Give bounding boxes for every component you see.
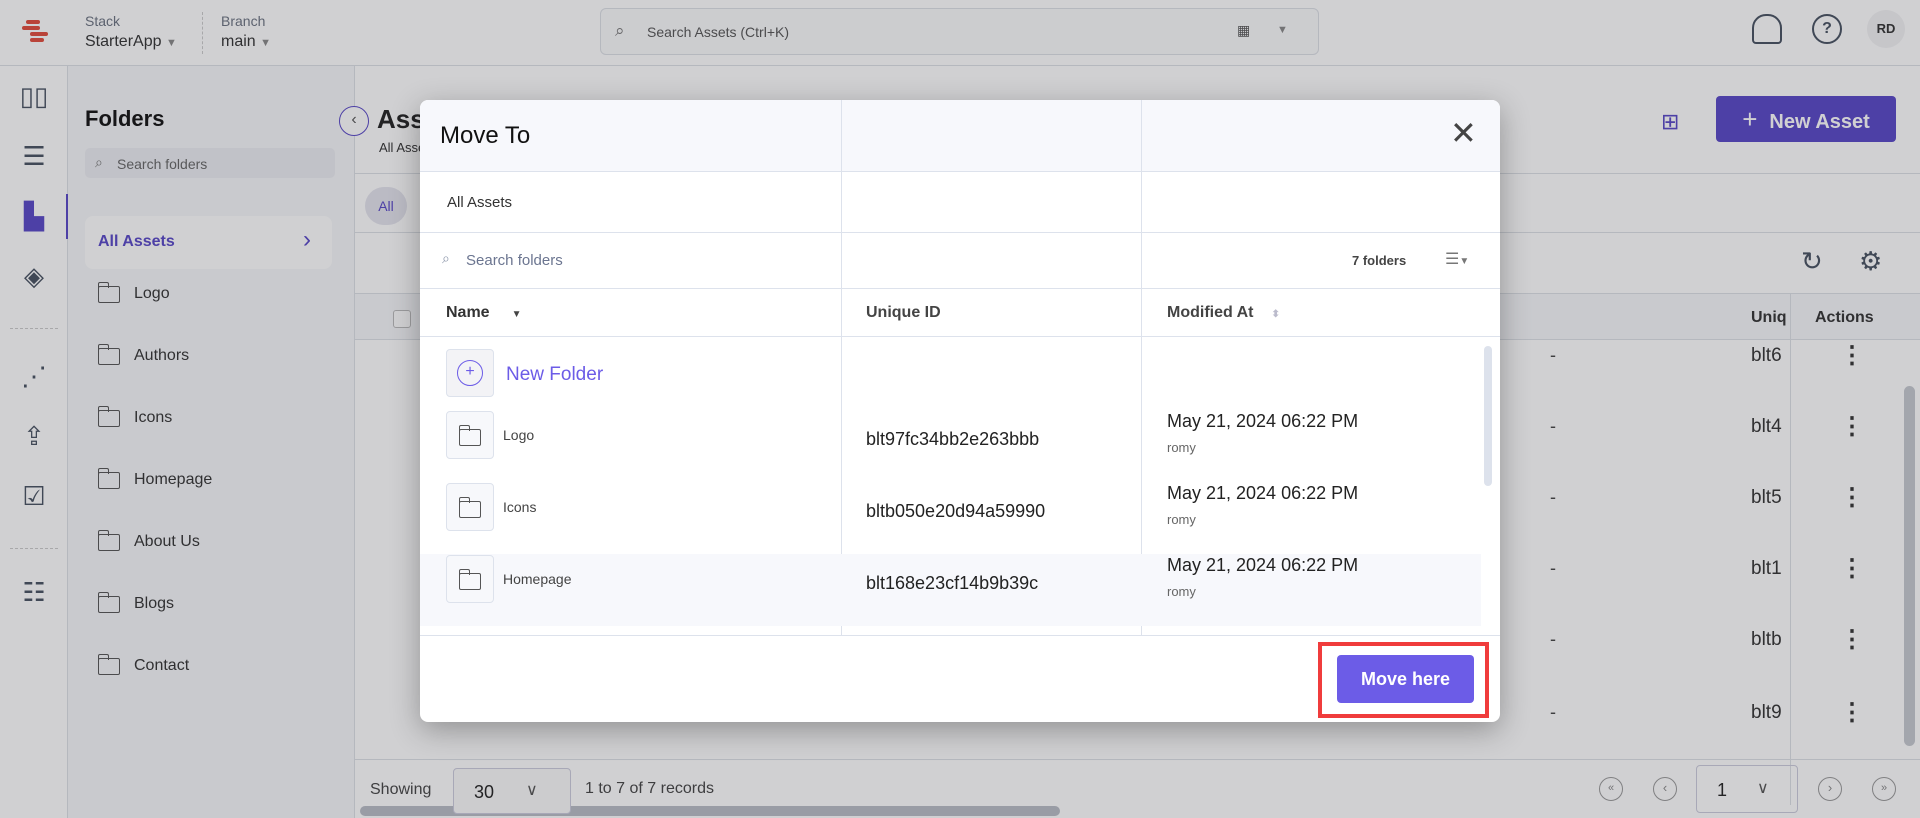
column-label: Modified At (1167, 304, 1254, 321)
list-view-icon[interactable]: ☰▼ (1445, 249, 1469, 269)
folder-unique-id: blt97fc34bb2e263bbb (866, 429, 1040, 449)
close-icon[interactable]: ✕ (1450, 114, 1477, 152)
folder-icon (458, 569, 481, 590)
folder-unique-id: blt168e23cf14b9b39c (866, 573, 1039, 593)
sort-icon: ⬍ (1271, 309, 1280, 320)
folder-icon (458, 497, 481, 518)
column-name[interactable]: Name ▼ (446, 289, 521, 337)
move-to-modal: Move To ✕ All Assets ⌕ Search folders 7 … (420, 100, 1500, 722)
folder-icon-box (446, 411, 494, 459)
modal-title: Move To (440, 122, 531, 149)
modal-scrollbar[interactable] (1484, 346, 1492, 486)
modified-by: romy (1167, 440, 1196, 455)
folder-unique-id: bltb050e20d94a59990 (866, 501, 1046, 521)
modified-date: May 21, 2024 06:22 PM (1167, 483, 1359, 503)
move-here-button[interactable]: Move here (1337, 655, 1474, 703)
folder-row[interactable]: Homepage blt168e23cf14b9b39c May 21, 2024 … (420, 554, 1481, 626)
breadcrumb-all-assets[interactable]: All Assets (447, 194, 512, 211)
modified-date: May 21, 2024 06:22 PM (1167, 411, 1359, 431)
modified-by: romy (1167, 512, 1196, 527)
new-folder-label: New Folder (506, 364, 604, 385)
search-icon: ⌕ (442, 250, 450, 266)
column-modified-at[interactable]: Modified At ⬍ (1167, 289, 1280, 337)
folder-icon-box (446, 555, 494, 603)
folder-name: Logo (503, 427, 535, 443)
folder-count: 7 folders (1352, 253, 1407, 268)
modal-header: Move To ✕ (420, 100, 1500, 172)
sort-icon: ▼ (511, 309, 522, 320)
modal-table-header: Name ▼ Unique ID Modified At ⬍ (420, 289, 1500, 337)
folder-row[interactable]: Logo blt97fc34bb2e263bbb May 21, 2024 06:2… (420, 410, 1481, 482)
folder-icon (458, 425, 481, 446)
column-unique-id: Unique ID (866, 304, 941, 321)
folder-search-input[interactable]: Search folders (466, 252, 563, 269)
folder-name: Homepage (503, 571, 572, 587)
modified-by: romy (1167, 584, 1196, 599)
modal-breadcrumb-row: All Assets (420, 172, 1500, 233)
new-folder-row[interactable]: + New Folder (420, 337, 1481, 410)
column-label: Name (446, 304, 490, 321)
move-here-label: Move here (1360, 669, 1451, 689)
modal-search-row: ⌕ Search folders 7 folders ☰▼ (420, 233, 1500, 289)
plus-circle-icon: + (457, 360, 483, 386)
modified-date: May 21, 2024 06:22 PM (1167, 555, 1359, 575)
folder-name: Icons (503, 499, 537, 515)
add-folder-icon-box: + (446, 349, 494, 397)
folder-row[interactable]: Icons bltb050e20d94a59990 May 21, 2024 06:… (420, 482, 1481, 554)
folder-icon-box (446, 483, 494, 531)
